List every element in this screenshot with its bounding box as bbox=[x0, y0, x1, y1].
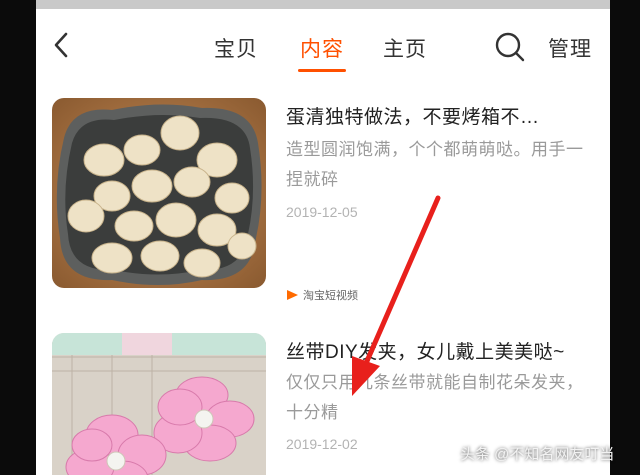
manage-button[interactable]: 管理 bbox=[548, 33, 592, 63]
tab-homepage[interactable]: 主页 bbox=[383, 33, 427, 63]
meringue-thumbnail bbox=[52, 98, 266, 288]
phone-screen: 宝贝 内容 主页 管理 蛋清独特做法，不要烤箱不… 造型圆润饱满，个个都萌萌哒。… bbox=[36, 0, 610, 475]
status-bar bbox=[36, 0, 610, 9]
item-title: 丝带DIY发夹，女儿戴上美美哒~ bbox=[286, 342, 565, 363]
search-icon[interactable] bbox=[494, 31, 526, 63]
watermark-text: 头条 @不知名网友叮当 bbox=[460, 446, 615, 463]
play-source-icon bbox=[287, 290, 298, 300]
ribbon-hairclip-thumbnail bbox=[52, 333, 266, 475]
list-item[interactable]: 蛋清独特做法，不要烤箱不… 造型圆润饱满，个个都萌萌哒。用手一捏就碎 2019-… bbox=[36, 98, 610, 318]
back-arrow-icon[interactable] bbox=[50, 31, 74, 59]
video-source-label: 淘宝短视频 bbox=[286, 287, 358, 303]
item-date: 2019-12-05 bbox=[286, 204, 358, 220]
item-date: 2019-12-02 bbox=[286, 436, 358, 452]
tab-baobei[interactable]: 宝贝 bbox=[214, 33, 258, 63]
video-source-text: 淘宝短视频 bbox=[303, 290, 358, 302]
top-nav-bar: 宝贝 内容 主页 管理 bbox=[36, 9, 610, 79]
tab-content[interactable]: 内容 bbox=[300, 33, 344, 63]
item-title: 蛋清独特做法，不要烤箱不… bbox=[286, 107, 540, 128]
active-tab-indicator bbox=[298, 69, 346, 72]
item-description: 仅仅只用几条丝带就能自制花朵发夹，十分精 bbox=[286, 373, 584, 422]
item-description: 造型圆润饱满，个个都萌萌哒。用手一捏就碎 bbox=[286, 140, 584, 189]
